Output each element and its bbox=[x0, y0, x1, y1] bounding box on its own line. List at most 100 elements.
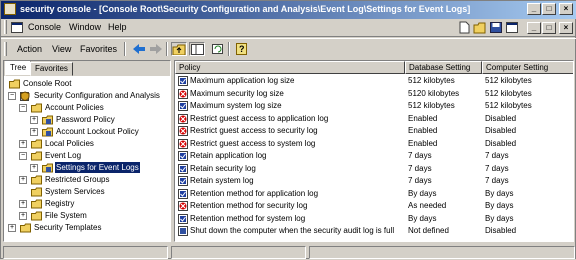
column-header-row: Policy Database Setting Computer Setting bbox=[175, 61, 573, 74]
tree-item[interactable]: − Account Policies bbox=[4, 102, 170, 114]
table-row[interactable]: Restrict guest access to application log… bbox=[175, 113, 573, 125]
back-icon[interactable] bbox=[131, 42, 147, 56]
menu-console[interactable]: Console bbox=[28, 22, 61, 32]
forward-icon[interactable] bbox=[148, 42, 164, 56]
column-header-computer-setting[interactable]: Computer Setting bbox=[482, 61, 573, 74]
console-window: security console - [Console Root\Securit… bbox=[0, 0, 576, 259]
table-row[interactable]: Restrict guest access to system log Enabl… bbox=[175, 138, 573, 150]
table-row[interactable]: Restrict guest access to security log Ena… bbox=[175, 125, 573, 137]
policy-match-icon bbox=[178, 163, 188, 174]
minimize-button[interactable]: _ bbox=[527, 3, 541, 15]
help-icon[interactable]: ? bbox=[234, 42, 250, 56]
policy-mismatch-icon bbox=[178, 138, 188, 149]
mdi-close-button[interactable]: × bbox=[559, 22, 573, 34]
collapse-icon[interactable]: − bbox=[19, 104, 27, 112]
database-setting: By days bbox=[408, 188, 437, 198]
policy-mismatch-icon bbox=[178, 126, 188, 136]
tree-item[interactable]: + Registry bbox=[4, 198, 170, 210]
expand-icon[interactable]: + bbox=[19, 200, 27, 208]
tree-item[interactable]: − Event Log bbox=[4, 150, 170, 162]
status-segment bbox=[3, 246, 168, 259]
expand-icon[interactable]: + bbox=[30, 128, 38, 136]
new-document-icon[interactable] bbox=[457, 21, 471, 34]
menu-favorites[interactable]: Favorites bbox=[80, 44, 117, 54]
collapse-icon[interactable]: − bbox=[8, 92, 16, 100]
policy-name: Shut down the computer when the security… bbox=[190, 226, 395, 235]
tree-tabs: Tree Favorites bbox=[4, 61, 170, 76]
show-tree-icon[interactable] bbox=[189, 42, 205, 56]
table-row[interactable]: Retention method for application log By d… bbox=[175, 188, 573, 200]
menubar-grip[interactable] bbox=[4, 20, 7, 34]
database-setting: Not defined bbox=[408, 226, 449, 235]
expand-icon[interactable]: + bbox=[8, 224, 16, 232]
expand-icon[interactable]: + bbox=[30, 164, 38, 172]
tree-item[interactable]: Console Root bbox=[4, 78, 170, 90]
tree-item[interactable]: + Password Policy bbox=[4, 114, 170, 126]
tree-item[interactable]: + Settings for Event Logs bbox=[4, 162, 170, 174]
tree-item[interactable]: + File System bbox=[4, 210, 170, 222]
tab-tree[interactable]: Tree bbox=[5, 61, 32, 76]
policy-name: Restrict guest access to application log bbox=[190, 113, 329, 123]
table-row[interactable]: Shut down the computer when the security… bbox=[175, 225, 573, 237]
table-row[interactable]: Maximum security log size 5120 kilobytes 5… bbox=[175, 88, 573, 100]
expand-icon[interactable]: + bbox=[19, 176, 27, 184]
database-setting: 7 days bbox=[408, 163, 432, 173]
tree-item[interactable]: + Account Lockout Policy bbox=[4, 126, 170, 138]
database-setting: Enabled bbox=[408, 113, 438, 123]
tree-item[interactable]: + Local Policies bbox=[4, 138, 170, 150]
console-menu-icon[interactable] bbox=[11, 22, 23, 33]
status-segment bbox=[171, 246, 306, 259]
computer-setting: 7 days bbox=[485, 163, 509, 173]
menu-view[interactable]: View bbox=[52, 44, 71, 54]
status-bar bbox=[1, 244, 576, 260]
refresh-icon[interactable] bbox=[210, 42, 226, 56]
tree-item[interactable]: − Security Configuration and Analysis bbox=[4, 90, 170, 102]
table-row[interactable]: Retain application log 7 days 7 days bbox=[175, 150, 573, 162]
menu-action[interactable]: Action bbox=[17, 44, 42, 54]
table-row[interactable]: Retain security log 7 days 7 days bbox=[175, 163, 573, 175]
menu-window[interactable]: Window bbox=[69, 22, 101, 32]
database-setting: 5120 kilobytes bbox=[408, 88, 460, 98]
tab-favorites[interactable]: Favorites bbox=[30, 62, 73, 76]
new-window-icon[interactable] bbox=[505, 21, 519, 34]
tree-item[interactable]: System Services bbox=[4, 186, 170, 198]
expand-icon[interactable]: + bbox=[30, 116, 38, 124]
tree-item[interactable]: + Restricted Groups bbox=[4, 174, 170, 186]
table-row[interactable]: Retention method for system log By days By… bbox=[175, 213, 573, 225]
tree-item[interactable]: + Security Templates bbox=[4, 222, 170, 234]
column-header-policy[interactable]: Policy bbox=[175, 61, 405, 74]
close-button[interactable]: × bbox=[559, 3, 573, 15]
table-row[interactable]: Maximum application log size 512 kilobyte… bbox=[175, 75, 573, 87]
table-row[interactable]: Maximum system log size 512 kilobytes 512 … bbox=[175, 100, 573, 112]
title-bar[interactable]: security console - [Console Root\Securit… bbox=[1, 1, 576, 19]
table-row[interactable]: Retention method for security log As need… bbox=[175, 200, 573, 212]
policy-name: Maximum application log size bbox=[190, 76, 295, 85]
tree-item-label: Security Templates bbox=[34, 223, 102, 232]
computer-setting: Disabled bbox=[485, 113, 517, 123]
policy-name: Retain system log bbox=[190, 176, 254, 185]
menu-help[interactable]: Help bbox=[108, 22, 127, 32]
policy-icon bbox=[42, 127, 53, 137]
expand-icon[interactable]: + bbox=[19, 140, 27, 148]
database-setting: 512 kilobytes bbox=[408, 101, 455, 110]
policy-name: Retention method for application log bbox=[190, 188, 319, 198]
expand-icon[interactable]: + bbox=[19, 212, 27, 220]
actionbar-grip[interactable] bbox=[4, 42, 7, 56]
open-folder-icon[interactable] bbox=[473, 21, 487, 34]
policy-mismatch-icon bbox=[178, 113, 188, 124]
svg-text:?: ? bbox=[239, 44, 245, 54]
policy-mismatch-icon bbox=[178, 88, 188, 99]
save-icon[interactable] bbox=[489, 21, 503, 34]
console-app-icon bbox=[4, 3, 16, 15]
maximize-button[interactable]: □ bbox=[542, 3, 556, 15]
computer-setting: 7 days bbox=[485, 151, 509, 160]
database-setting: 7 days bbox=[408, 151, 432, 160]
mdi-restore-button[interactable]: □ bbox=[542, 22, 556, 34]
collapse-icon[interactable]: − bbox=[19, 152, 27, 160]
column-header-database-setting[interactable]: Database Setting bbox=[405, 61, 482, 74]
up-folder-icon[interactable] bbox=[171, 42, 187, 56]
table-row[interactable]: Retain system log 7 days 7 days bbox=[175, 175, 573, 187]
mdi-minimize-button[interactable]: _ bbox=[527, 22, 541, 34]
computer-setting: By days bbox=[485, 201, 514, 210]
folder-icon bbox=[31, 175, 42, 185]
